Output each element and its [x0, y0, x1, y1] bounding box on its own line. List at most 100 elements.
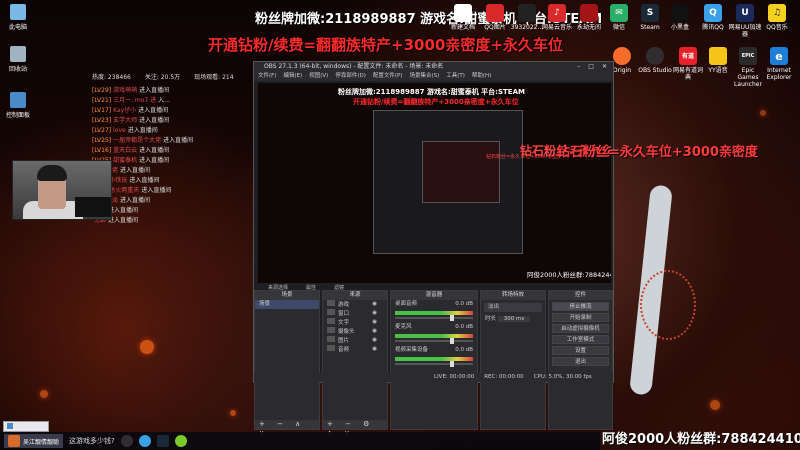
app-icon-label: Epic Games Launcher	[734, 67, 762, 88]
mixer-channel: 桌面音频 0.0 dB	[391, 300, 477, 321]
transition-select[interactable]: 淡出	[484, 303, 542, 312]
obs-menu-item[interactable]: 编辑(E)	[283, 72, 302, 81]
chat-text: 进入直播间	[108, 207, 139, 214]
viewer-stat: 现场观看: 214	[194, 74, 234, 81]
desktop-icon-naraka[interactable]: 永劫无间	[572, 4, 606, 31]
eye-icon[interactable]: ◉	[372, 300, 377, 309]
obs-icon	[646, 47, 664, 65]
window-icon	[7, 423, 13, 429]
chat-message: [LV25] 一届帝都是个大佬 进入直播间	[92, 136, 252, 146]
close-icon[interactable]: ✕	[602, 62, 607, 72]
obs-menu-item[interactable]: 配置文件(P)	[373, 72, 403, 81]
desktop-icon-qq-images[interactable]: QQ图片	[478, 4, 512, 31]
source-item[interactable]: 窗口 ◉	[323, 309, 387, 318]
obs-title-bar[interactable]: OBS 27.1.3 (64-bit, windows) - 配置文件: 未命名…	[254, 62, 613, 72]
scene-item[interactable]: 场景	[255, 300, 319, 309]
maximize-icon[interactable]: □	[588, 62, 594, 72]
source-item[interactable]: 摄像头 ◉	[323, 327, 387, 336]
qq-icon: Q	[704, 4, 722, 22]
desktop-icon-qq-music[interactable]: ♫ QQ音乐	[760, 4, 794, 31]
source-item[interactable]: 文字 ◉	[323, 318, 387, 327]
desktop-icon-steam[interactable]: S Steam	[633, 4, 667, 31]
app-icon-label: YY语音	[708, 67, 728, 74]
desktop-icon-control-panel[interactable]: 控制面板	[3, 92, 33, 119]
eye-icon[interactable]: ◉	[372, 345, 377, 354]
stop-streaming-button[interactable]: 停止推流	[552, 302, 609, 311]
browser-taskbar-icon[interactable]	[174, 435, 187, 447]
minimize-icon[interactable]: –	[577, 62, 580, 72]
chat-user[interactable]: Kay仔小	[113, 107, 136, 114]
chat-user[interactable]: 三月一. mo7 进	[113, 97, 156, 104]
eye-icon[interactable]: ◉	[372, 309, 377, 318]
desktop-icon-tencent-qq[interactable]: Q 腾讯QQ	[696, 4, 730, 31]
chat-user[interactable]: love	[113, 127, 126, 134]
chat-user[interactable]: 一届帝都是个大佬	[113, 137, 161, 144]
desktop-icon-epic[interactable]: EPIC Epic Games Launcher	[731, 47, 765, 88]
game-icon	[580, 4, 598, 22]
obs-preview[interactable]: 粉丝牌加微:2118989887 游戏名:甜蜜泰机 平台:STEAM 开通钻粉/…	[258, 83, 611, 283]
obs-menu-item[interactable]: 文件(F)	[258, 72, 276, 81]
ember-decoration	[40, 390, 48, 398]
scenes-toolbar[interactable]: + − ∧ ∨	[255, 420, 319, 437]
desktop-icon-xiaoheihe[interactable]: 小黑盒	[663, 4, 697, 31]
obs-menu-item[interactable]: 帮助(H)	[472, 72, 491, 81]
chat-user[interactable]: 蓝天白云	[113, 147, 137, 154]
qq-taskbar-icon[interactable]	[138, 435, 151, 447]
obs-menu-item[interactable]: 视图(V)	[309, 72, 328, 81]
desktop-icon-yy[interactable]: YY语音	[701, 47, 735, 74]
studio-mode-button[interactable]: 工作室模式	[552, 335, 609, 344]
volume-slider[interactable]	[395, 315, 473, 321]
desktop-icon-netease-music[interactable]: ♪ 网易云音乐	[540, 4, 574, 31]
desktop-icon-new-doc[interactable]: 新建文档	[446, 4, 480, 31]
chat-message: [LV29] 游戏萌萌 进入直播间	[92, 86, 252, 96]
duration-input[interactable]: 300 ms	[497, 316, 531, 322]
obs-menu-item[interactable]: 停靠部件(D)	[335, 72, 366, 81]
chat-message: [LV25]甜蜜泰机进入直播间	[92, 156, 252, 166]
channel-db: 0.0 dB	[455, 324, 473, 330]
eye-icon[interactable]: ◉	[372, 318, 377, 327]
taskbar-search[interactable]: 这游戏多少钱?	[69, 436, 115, 446]
taskbar-app-active[interactable]: 吴江靓倩靓聪	[4, 434, 64, 448]
desktop-icon-wechat[interactable]: ✉ 微信	[602, 4, 636, 31]
volume-slider[interactable]	[395, 361, 473, 367]
chat-user[interactable]: 冰火两重天	[109, 187, 139, 194]
chat-user[interactable]: 游戏萌萌	[113, 87, 137, 94]
volume-slider[interactable]	[395, 338, 473, 344]
diamond-fans-overlay: 钻石粉丝=永久车位+3000亲密度	[557, 145, 758, 160]
obs-window[interactable]: OBS 27.1.3 (64-bit, windows) - 配置文件: 未命名…	[253, 61, 614, 437]
desktop-icon-uu-accelerator[interactable]: U 网易UU加速器	[728, 4, 762, 38]
sources-toolbar[interactable]: + − ⚙ ∧ ∨	[323, 420, 387, 437]
obs-status-bar: LIVE: 00:00:00 REC: 00:00:00 CPU: 5.0%, …	[254, 373, 613, 382]
chat-level: [LV27]	[92, 127, 112, 134]
source-item[interactable]: 图片 ◉	[323, 336, 387, 345]
settings-button[interactable]: 设置	[552, 346, 609, 355]
desktop-icon-youdao[interactable]: 有道 网易有道词典	[671, 47, 705, 81]
obs-taskbar-icon[interactable]	[120, 435, 133, 447]
desktop-icon-folder[interactable]: 3932022...	[510, 4, 544, 31]
app-icon-label: QQ音乐	[766, 24, 788, 31]
desktop-icon-this-pc[interactable]: 此电脑	[3, 4, 33, 31]
desktop-icon-recycle-bin[interactable]: 回收站	[3, 46, 33, 73]
source-item[interactable]: 游戏 ◉	[323, 300, 387, 309]
obs-menu-item[interactable]: 场景集合(S)	[409, 72, 439, 81]
steam-taskbar-icon[interactable]	[156, 435, 169, 447]
exit-button[interactable]: 退出	[552, 357, 609, 366]
desktop-icon-ie[interactable]: e Internet Explorer	[762, 47, 796, 81]
eye-icon[interactable]: ◉	[372, 336, 377, 345]
internet-explorer-icon: e	[770, 47, 788, 65]
virtual-camera-button[interactable]: 启动虚拟摄像机	[552, 324, 609, 333]
chat-message: [LV23] 玄学大师 进入直播间	[92, 116, 252, 126]
obs-menu-item[interactable]: 工具(T)	[446, 72, 465, 81]
start-recording-button[interactable]: 开始录制	[552, 313, 609, 322]
desktop-icon-obs[interactable]: OBS Studio	[638, 47, 672, 74]
duration-label: 时长	[485, 316, 497, 322]
eye-icon[interactable]: ◉	[372, 327, 377, 336]
source-type-icon	[327, 309, 335, 315]
chat-user[interactable]: 玄学大师	[113, 117, 137, 124]
minimized-window[interactable]	[3, 421, 49, 432]
chat-text: 进入直播间	[129, 177, 160, 184]
chat-user[interactable]: 甜蜜泰机	[113, 157, 137, 164]
recycle-bin-icon	[10, 46, 26, 62]
source-item[interactable]: 音频 ◉	[323, 345, 387, 354]
mixer-channel-row: 桌面音频 0.0 dB	[391, 300, 477, 309]
